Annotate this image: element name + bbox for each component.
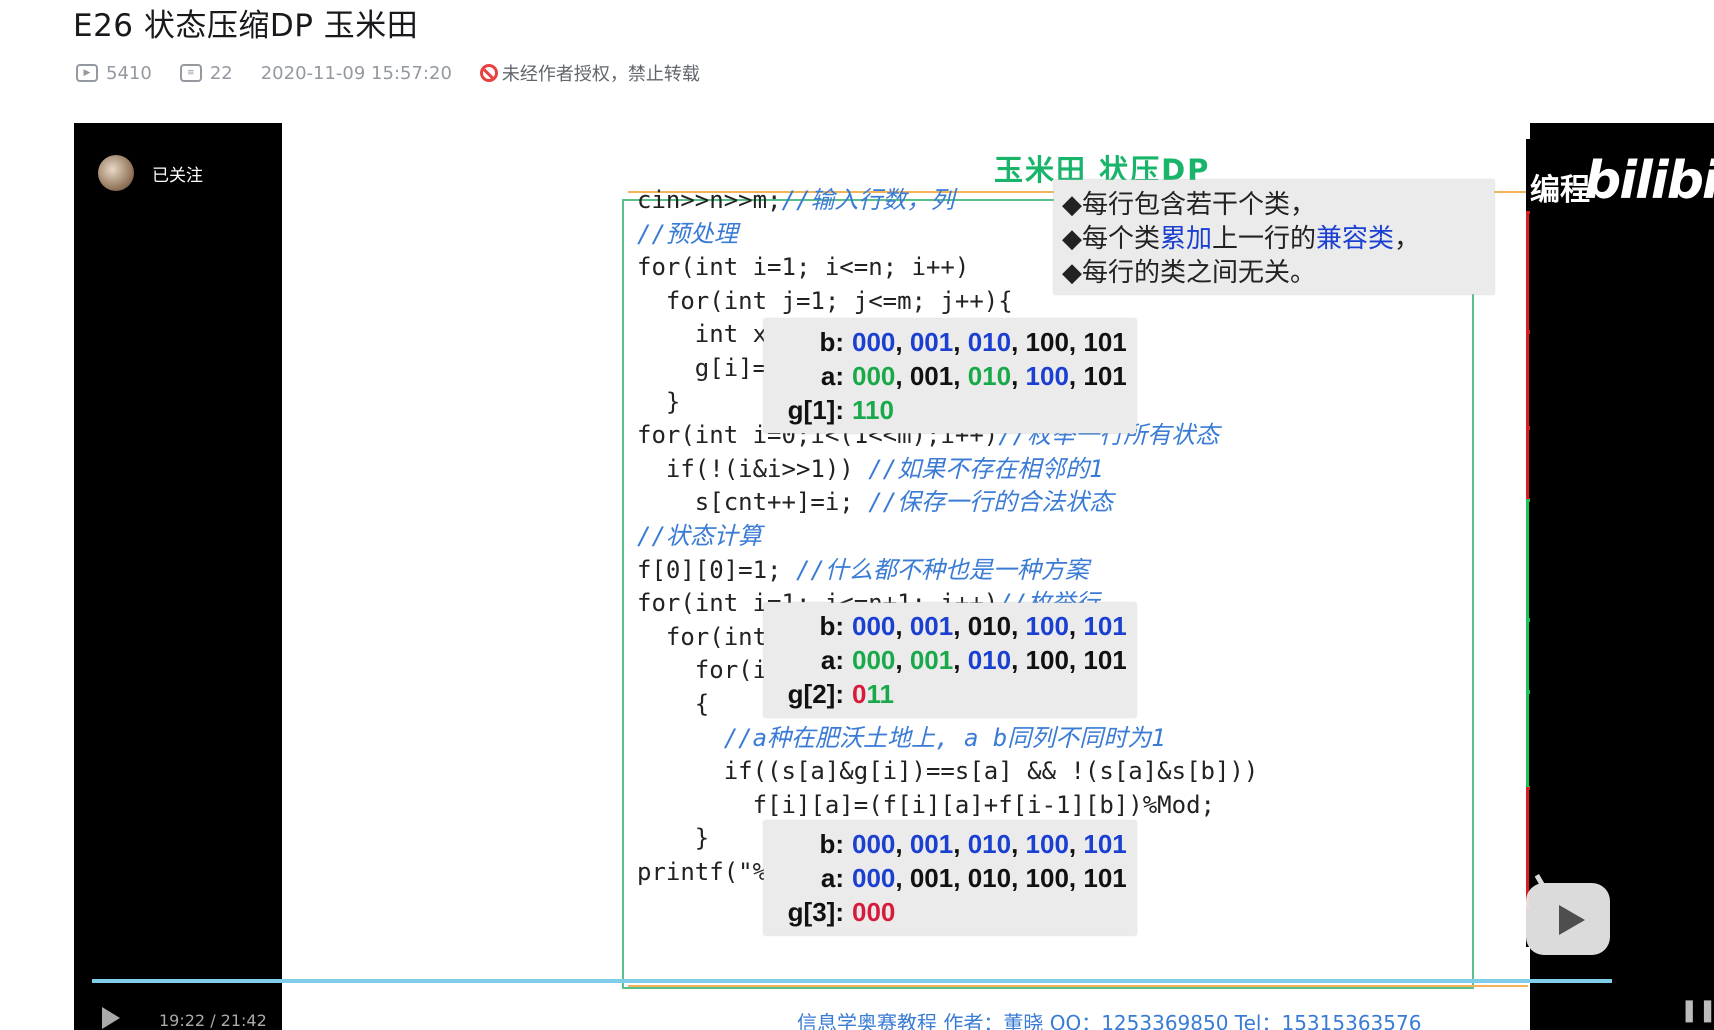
code-line: f[i][a]=(f[i][a]+f[i-1][b])%Mod; xyxy=(637,790,1215,819)
views-count: 5410 xyxy=(106,62,152,84)
state-popup-row3: b: 000, 001, 010, 100, 101 a: 000, 001, 010… xyxy=(764,821,1136,935)
code-line: } xyxy=(637,387,681,416)
danmaku-count: 22 xyxy=(209,62,233,84)
code-line: for(int i=1; i<=n; i++) xyxy=(637,253,970,282)
slide-footer: 信息学奥赛教程 作者：董晓 QQ：1253369850 Tel：15315363… xyxy=(797,1011,1422,1030)
state-row-g: g[2]: 011 xyxy=(787,679,894,709)
publish-date: 2020-11-09 15:57:20 xyxy=(260,62,452,84)
copyright-notice: 未经作者授权，禁止转载 xyxy=(479,60,700,86)
forbidden-icon xyxy=(479,64,498,82)
state-row-b: b: 000, 001, 010, 100, 101 xyxy=(819,829,1127,859)
code-line: //预处理 xyxy=(637,219,738,248)
code-line: } xyxy=(637,824,710,853)
code-line: if((s[a]&g[i])==s[a] && !(s[a]&s[b])) xyxy=(637,757,1259,786)
play-icon[interactable] xyxy=(102,1007,120,1029)
code-line: cin>>n>>m;//输入行数，列 xyxy=(637,186,955,214)
code-line: f[0][0]=1; //什么都不种也是一种方案 xyxy=(637,555,1089,584)
copyright-text: 未经作者授权，禁止转载 xyxy=(501,64,700,85)
progress-bar[interactable] xyxy=(92,979,1612,983)
bullet-popup: ◆每行包含若干个类， ◆每个类累加上一行的兼容类， ◆每行的类之间无关。 xyxy=(1054,180,1494,294)
state-row-b: b: 000, 001, 010, 100, 101 xyxy=(819,327,1127,357)
code-line: s[cnt++]=i; //保存一行的合法状态 xyxy=(637,488,1114,517)
video-meta: ▶ 5410 ≡ 22 2020-11-09 15:57:20 未经作者授权，禁… xyxy=(76,58,700,88)
bullet-item: ◆每个类累加上一行的兼容类， xyxy=(1062,224,1421,254)
follow-status[interactable]: 已关注 xyxy=(152,161,203,186)
footer-divider xyxy=(628,985,1528,987)
brand-partial: 编程 xyxy=(1530,173,1590,208)
views-stat: ▶ 5410 xyxy=(76,63,152,84)
video-player[interactable]: 已关注 玉米田 状压DP cin>>n>>m;//输入行数，列//预处理 for(… xyxy=(74,123,1714,1030)
state-popup-row1: b: 000, 001, 010, 100, 101 a: 000, 001, 010… xyxy=(764,319,1136,433)
danmaku-icon: ≡ xyxy=(179,64,202,82)
state-row-a: a: 000, 001, 010, 100, 101 xyxy=(820,645,1127,675)
bilibili-logo: bilibili xyxy=(1584,151,1714,211)
code-line: { xyxy=(637,690,710,718)
slide-frame: 玉米田 状压DP cin>>n>>m;//输入行数，列//预处理 for(int … xyxy=(282,123,1714,1030)
bullet-item: ◆每行的类之间无关。 xyxy=(1062,258,1316,288)
pause-icon[interactable]: ❚❚ xyxy=(1680,998,1714,1023)
uploader-follow[interactable]: 已关注 xyxy=(98,155,203,191)
big-play-icon[interactable] xyxy=(1526,883,1610,955)
code-line: //状态计算 xyxy=(637,522,762,550)
state-popup-row2: b: 000, 001, 010, 100, 101 a: 000, 001, 010… xyxy=(764,603,1136,717)
code-line: //a种在肥沃土地上, a b同列不同时为1 xyxy=(723,723,1166,752)
danmaku-stat: ≡ 22 xyxy=(179,62,233,84)
play-count-icon: ▶ xyxy=(76,64,98,82)
avatar[interactable] xyxy=(98,155,134,191)
code-line: for(int j=1; j<=m; j++){ xyxy=(637,286,1013,315)
code-line: if(!(i&i>>1)) //如果不存在相邻的1 xyxy=(637,454,1104,483)
state-row-g: g[1]: 110 xyxy=(787,395,894,425)
time-display: 19:22 / 21:42 xyxy=(159,1011,267,1030)
state-row-g: g[3]: 000 xyxy=(787,897,896,927)
state-row-a: a: 000, 001, 010, 100, 101 xyxy=(820,863,1127,893)
state-row-a: a: 000, 001, 010, 100, 101 xyxy=(820,361,1127,391)
bullet-item: ◆每行包含若干个类， xyxy=(1062,190,1316,220)
state-row-b: b: 000, 001, 010, 100, 101 xyxy=(819,611,1127,641)
video-title: E26 状态压缩DP 玉米田 xyxy=(73,8,419,44)
